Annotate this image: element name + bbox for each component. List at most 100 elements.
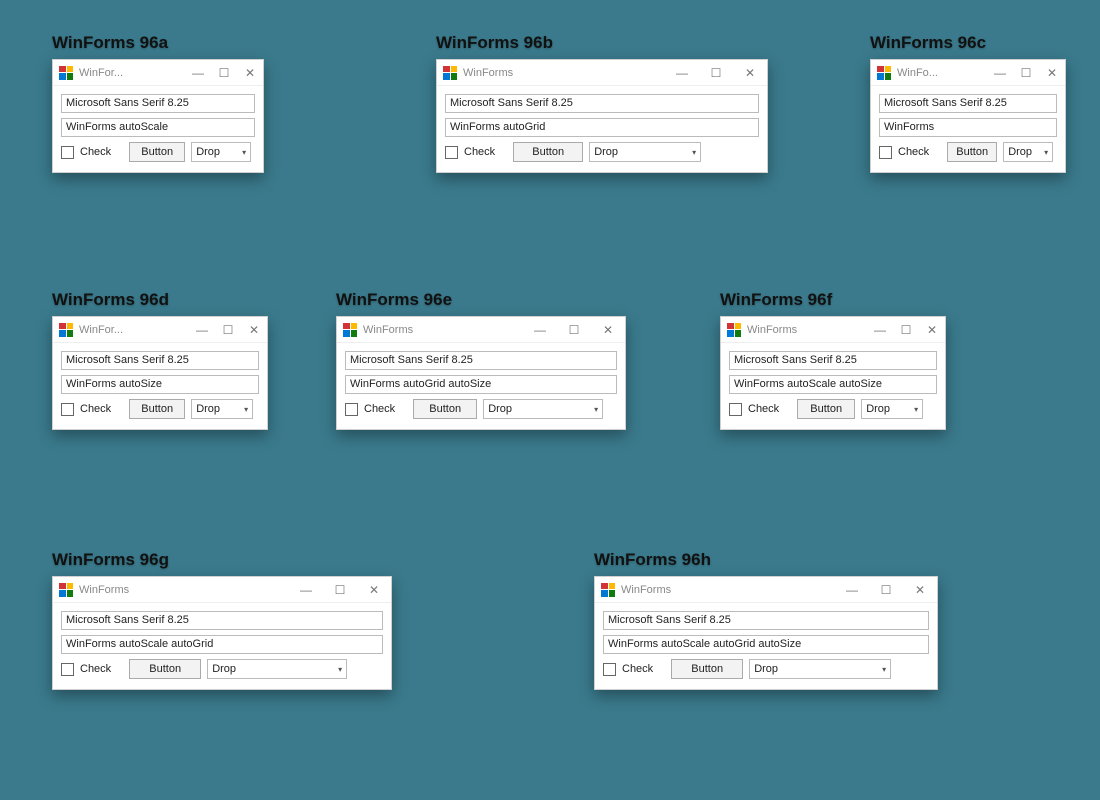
checkbox[interactable] (879, 146, 892, 159)
close-button[interactable]: ✕ (357, 577, 391, 603)
checkbox[interactable] (61, 663, 74, 676)
text-field-1[interactable]: Microsoft Sans Serif 8.25 (445, 94, 759, 113)
minimize-button[interactable]: — (867, 317, 893, 343)
window-title: WinForms (363, 324, 413, 336)
action-button[interactable]: Button (797, 399, 855, 419)
text-field-2[interactable]: WinForms autoScale autoGrid autoSize (603, 635, 929, 654)
window-a: WinFor...—☐✕ Microsoft Sans Serif 8.25 Win… (52, 59, 264, 173)
checkbox-label: Check (748, 403, 779, 415)
minimize-button[interactable]: — (523, 317, 557, 343)
chevron-down-icon: ▾ (338, 665, 342, 674)
checkbox-label: Check (898, 146, 929, 158)
minimize-button[interactable]: — (289, 577, 323, 603)
checkbox[interactable] (61, 403, 74, 416)
checkbox-label: Check (364, 403, 395, 415)
dropdown-label: Drop (196, 403, 220, 415)
dropdown[interactable]: Drop▾ (191, 142, 251, 162)
dropdown-label: Drop (594, 146, 618, 158)
text-field-2[interactable]: WinForms autoGrid autoSize (345, 375, 617, 394)
minimize-button[interactable]: — (665, 60, 699, 86)
close-button[interactable]: ✕ (919, 317, 945, 343)
close-button[interactable]: ✕ (241, 317, 267, 343)
window-g: WinForms—☐✕ Microsoft Sans Serif 8.25 WinF… (52, 576, 392, 690)
dropdown[interactable]: Drop ▾ (207, 659, 347, 679)
text-field-2[interactable]: WinForms autoScale (61, 118, 255, 137)
dropdown[interactable]: Drop▾ (1003, 142, 1053, 162)
action-button[interactable]: Button (413, 399, 477, 419)
titlebar[interactable]: WinForms—☐✕ (437, 60, 767, 86)
text-field-1[interactable]: Microsoft Sans Serif 8.25 (61, 351, 259, 370)
close-button[interactable]: ✕ (1039, 60, 1065, 86)
text-field-1[interactable]: Microsoft Sans Serif 8.25 (61, 94, 255, 113)
checkbox[interactable] (445, 146, 458, 159)
maximize-button[interactable]: ☐ (893, 317, 919, 343)
dropdown-label: Drop (212, 663, 236, 675)
dropdown[interactable]: Drop▾ (861, 399, 923, 419)
text-field-1[interactable]: Microsoft Sans Serif 8.25 (729, 351, 937, 370)
window-d: WinFor...—☐✕ Microsoft Sans Serif 8.25 Win… (52, 316, 268, 430)
checkbox-label: Check (80, 403, 111, 415)
action-button[interactable]: Button (947, 142, 997, 162)
checkbox[interactable] (61, 146, 74, 159)
close-button[interactable]: ✕ (237, 60, 263, 86)
chevron-down-icon: ▾ (594, 405, 598, 414)
window-title: WinForms (621, 584, 671, 596)
action-button[interactable]: Button (513, 142, 583, 162)
maximize-button[interactable]: ☐ (699, 60, 733, 86)
checkbox[interactable] (603, 663, 616, 676)
maximize-button[interactable]: ☐ (215, 317, 241, 343)
action-button[interactable]: Button (129, 142, 185, 162)
dropdown[interactable]: Drop ▾ (191, 399, 253, 419)
minimize-button[interactable]: — (987, 60, 1013, 86)
titlebar[interactable]: WinFo...—☐✕ (871, 60, 1065, 86)
chevron-down-icon: ▾ (244, 405, 248, 414)
action-button[interactable]: Button (129, 659, 201, 679)
minimize-button[interactable]: — (189, 317, 215, 343)
minimize-button[interactable]: — (185, 60, 211, 86)
minimize-button[interactable]: — (835, 577, 869, 603)
checkbox[interactable] (729, 403, 742, 416)
action-button[interactable]: Button (671, 659, 743, 679)
titlebar[interactable]: WinFor...—☐✕ (53, 60, 263, 86)
close-button[interactable]: ✕ (903, 577, 937, 603)
dropdown[interactable]: Drop▾ (749, 659, 891, 679)
titlebar[interactable]: WinForms—☐✕ (53, 577, 391, 603)
titlebar[interactable]: WinForms —☐✕ (721, 317, 945, 343)
titlebar[interactable]: WinFor...—☐✕ (53, 317, 267, 343)
chevron-down-icon: ▾ (882, 665, 886, 674)
checkbox-label: Check (622, 663, 653, 675)
titlebar[interactable]: WinForms —☐✕ (595, 577, 937, 603)
text-field-1[interactable]: Microsoft Sans Serif 8.25 (879, 94, 1057, 113)
dropdown-label: Drop (488, 403, 512, 415)
close-button[interactable]: ✕ (591, 317, 625, 343)
group-label-g: WinForms 96g (52, 550, 392, 570)
group-label-h: WinForms 96h (594, 550, 938, 570)
dropdown[interactable]: Drop▾ (589, 142, 701, 162)
text-field-2[interactable]: WinForms autoGrid (445, 118, 759, 137)
close-button[interactable]: ✕ (733, 60, 767, 86)
window-f: WinForms —☐✕ Microsoft Sans Serif 8.25 WinF… (720, 316, 946, 430)
group-label-e: WinForms 96e (336, 290, 626, 310)
maximize-button[interactable]: ☐ (869, 577, 903, 603)
checkbox-label: Check (464, 146, 495, 158)
titlebar[interactable]: WinForms —☐✕ (337, 317, 625, 343)
text-field-2[interactable]: WinForms autoScale autoSize (729, 375, 937, 394)
text-field-2[interactable]: WinForms (879, 118, 1057, 137)
checkbox[interactable] (345, 403, 358, 416)
text-field-2[interactable]: WinForms autoScale autoGrid (61, 635, 383, 654)
dropdown[interactable]: Drop ▾ (483, 399, 603, 419)
group-label-b: WinForms 96b (436, 33, 768, 53)
text-field-1[interactable]: Microsoft Sans Serif 8.25 (61, 611, 383, 630)
maximize-button[interactable]: ☐ (323, 577, 357, 603)
text-field-1[interactable]: Microsoft Sans Serif 8.25 (345, 351, 617, 370)
maximize-button[interactable]: ☐ (211, 60, 237, 86)
maximize-button[interactable]: ☐ (557, 317, 591, 343)
app-icon (443, 66, 457, 80)
action-button[interactable]: Button (129, 399, 185, 419)
window-b: WinForms—☐✕ Microsoft Sans Serif 8.25 WinF… (436, 59, 768, 173)
text-field-1[interactable]: Microsoft Sans Serif 8.25 (603, 611, 929, 630)
window-title: WinForms (747, 324, 797, 336)
group-label-f: WinForms 96f (720, 290, 946, 310)
maximize-button[interactable]: ☐ (1013, 60, 1039, 86)
text-field-2[interactable]: WinForms autoSize (61, 375, 259, 394)
